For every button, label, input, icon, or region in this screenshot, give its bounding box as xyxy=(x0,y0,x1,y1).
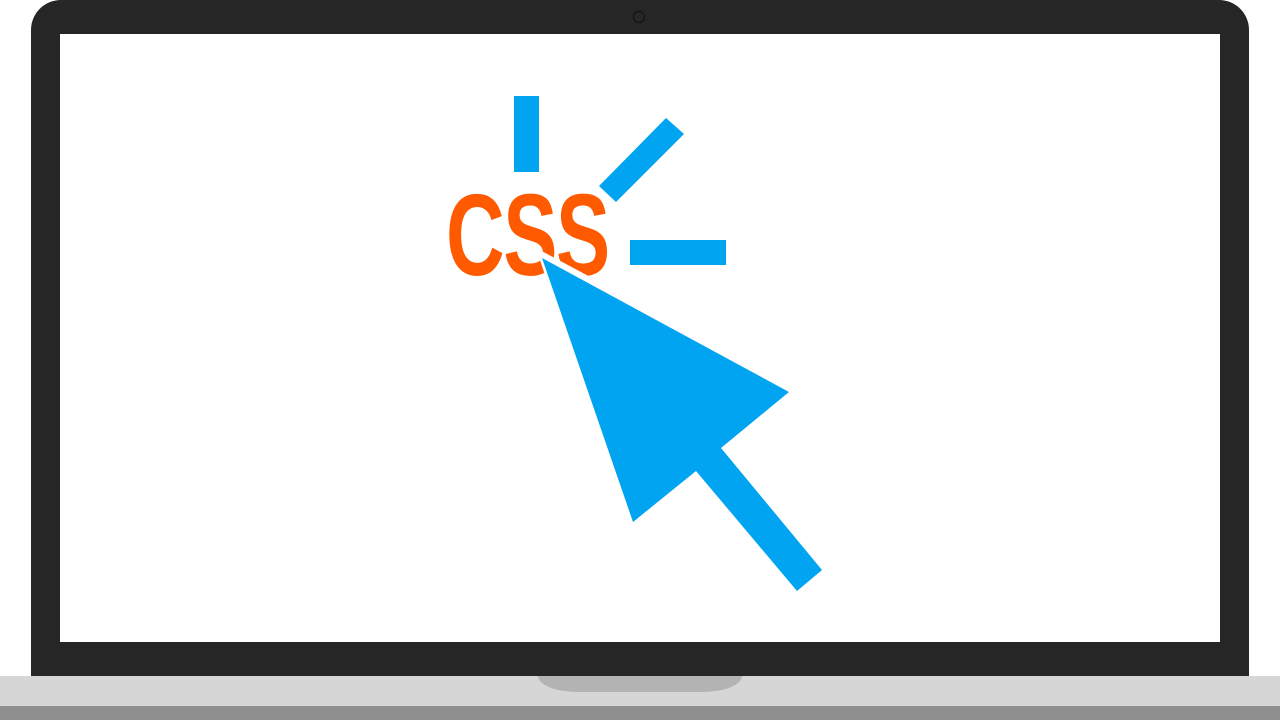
burst-line-top xyxy=(514,96,539,172)
cursor-graphic xyxy=(514,96,826,596)
pointer-arrow xyxy=(542,258,822,591)
burst-line-right xyxy=(630,240,726,265)
laptop-illustration: CSS xyxy=(0,0,1280,720)
mouse-pointer-icon xyxy=(536,248,826,596)
burst-line-diagonal xyxy=(599,118,684,202)
click-burst-icon xyxy=(514,96,726,265)
